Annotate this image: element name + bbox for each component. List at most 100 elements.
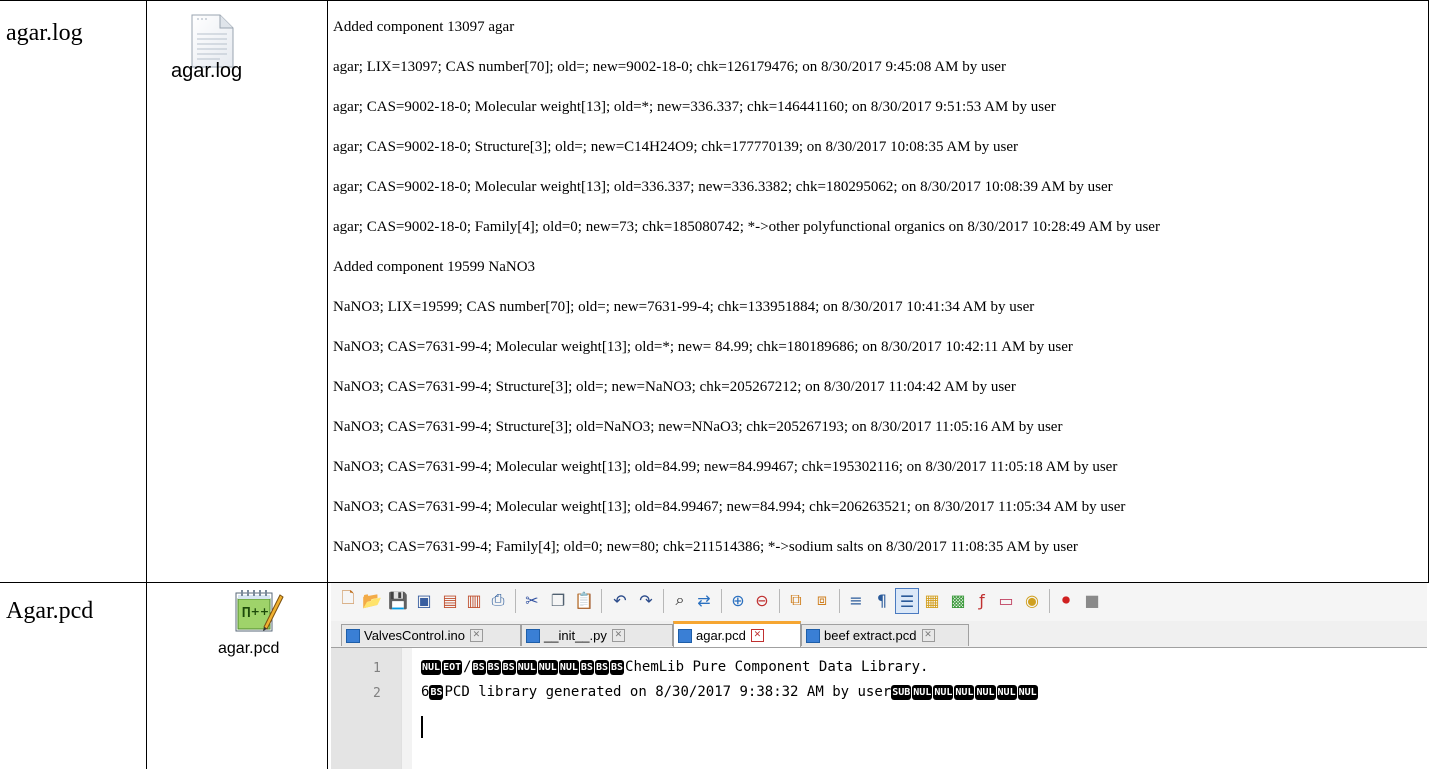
log-line: NaNO3; CAS=7631-99-4; Structure[3]; old=… xyxy=(333,379,1016,395)
log-line: agar; CAS=9002-18-0; Structure[3]; old=;… xyxy=(333,139,1019,155)
sync-horizontal-icon[interactable]: ⧈ xyxy=(811,588,833,612)
log-line: NaNO3; CAS=7631-99-4; Family[4]; old=0; … xyxy=(333,539,1078,555)
close-tab-icon[interactable]: ✕ xyxy=(750,629,764,642)
toolbar-separator xyxy=(839,589,840,613)
close-tab-icon[interactable]: ✕ xyxy=(611,629,625,642)
code-text: 6 xyxy=(421,684,430,700)
file-label-agar-pcd[interactable]: agar.pcd xyxy=(218,640,279,658)
tab-bar: ValvesControl.ino ✕ __init__.py ✕ agar.p… xyxy=(331,621,1427,648)
control-char: BS xyxy=(609,660,625,675)
print-icon[interactable]: ⎙ xyxy=(487,588,509,612)
toolbar-separator xyxy=(1049,589,1050,613)
control-char: SUB xyxy=(891,685,912,700)
log-line: Added component 13097 agar xyxy=(333,19,515,35)
svg-text:∏++: ∏++ xyxy=(242,605,269,618)
log-line: Added component 19599 NaNO3 xyxy=(333,259,536,275)
row-name-agar-pcd: Agar.pcd xyxy=(6,598,94,624)
notepad-plus-plus-file-icon: ∏++ xyxy=(234,587,284,638)
zoom-in-icon[interactable]: ⊕ xyxy=(727,588,749,612)
table-border-right xyxy=(1428,0,1429,583)
folder-as-workspace-icon[interactable]: ƒ xyxy=(971,588,993,612)
code-text: / xyxy=(463,659,472,675)
control-char: NUL xyxy=(912,685,933,700)
close-tab-icon[interactable]: ✕ xyxy=(921,629,935,642)
doc-map-icon[interactable]: ▦ xyxy=(921,588,943,612)
indent-guide-icon[interactable]: ☰ xyxy=(895,588,919,614)
toolbar: 🗋 📂 💾 ▣ ▤ ▥ ⎙ ✂ ❐ 📋 ↶ ↷ ⌕ ⇄ ⊕ ⊖ ⧉ ⧈ ≡ ¶ xyxy=(331,583,1427,621)
close-tab-icon[interactable]: ✕ xyxy=(469,629,483,642)
control-char: NUL xyxy=(954,685,975,700)
tab-valves-control[interactable]: ValvesControl.ino ✕ xyxy=(341,624,521,646)
tab-agar-pcd[interactable]: agar.pcd ✕ xyxy=(673,621,801,647)
log-line: agar; LIX=13097; CAS number[70]; old=; n… xyxy=(333,59,1006,75)
table-border-mid xyxy=(327,0,328,769)
log-line: agar; CAS=9002-18-0; Family[4]; old=0; n… xyxy=(333,219,1160,235)
monitoring-icon[interactable]: ▭ xyxy=(995,588,1017,612)
tab-label: agar.pcd xyxy=(696,628,746,643)
code-line-1[interactable]: NUL EOT/BS BS BS NUL NUL NUL BS BS BS ChemLib Pure… xyxy=(421,659,928,675)
log-line: NaNO3; CAS=7631-99-4; Molecular weight[1… xyxy=(333,339,1073,355)
function-list-icon[interactable]: ▩ xyxy=(947,588,969,612)
code-text: ChemLib Pure Component Data Library. xyxy=(625,659,929,675)
line-number: 2 xyxy=(373,686,381,701)
record-macro-icon[interactable]: ⏺ xyxy=(1055,588,1077,612)
toolbar-separator xyxy=(663,589,664,613)
table-border-top xyxy=(0,0,1429,1)
replace-icon[interactable]: ⇄ xyxy=(693,588,715,612)
file-icon xyxy=(806,628,820,643)
log-comparison-table: agar.log agar.log Added component 13097 … xyxy=(0,0,1434,769)
zoom-out-icon[interactable]: ⊖ xyxy=(751,588,773,612)
file-icon xyxy=(678,628,692,643)
tab-label: ValvesControl.ino xyxy=(364,628,465,643)
toolbar-separator xyxy=(779,589,780,613)
file-icon xyxy=(346,628,360,643)
fold-margin xyxy=(401,648,412,769)
tab-beef-extract[interactable]: beef extract.pcd ✕ xyxy=(801,624,969,646)
toolbar-separator xyxy=(515,589,516,613)
control-char: BS xyxy=(579,660,594,675)
control-char: NUL xyxy=(421,660,442,675)
control-char: NUL xyxy=(975,685,996,700)
control-char: NUL xyxy=(996,685,1017,700)
line-number-gutter xyxy=(331,648,401,769)
show-all-characters-icon[interactable]: ¶ xyxy=(871,588,893,612)
close-all-icon[interactable]: ▥ xyxy=(463,588,485,612)
tab-label: beef extract.pcd xyxy=(824,628,917,643)
cut-icon[interactable]: ✂ xyxy=(521,588,543,612)
save-icon[interactable]: 💾 xyxy=(387,588,409,612)
toolbar-separator xyxy=(601,589,602,613)
close-icon[interactable]: ▤ xyxy=(439,588,461,612)
open-file-icon[interactable]: 📂 xyxy=(361,588,383,612)
save-all-icon[interactable]: ▣ xyxy=(413,588,435,612)
find-icon[interactable]: ⌕ xyxy=(669,588,691,612)
tab-init-py[interactable]: __init__.py ✕ xyxy=(521,624,673,646)
notepad-plus-plus-window: 🗋 📂 💾 ▣ ▤ ▥ ⎙ ✂ ❐ 📋 ↶ ↷ ⌕ ⇄ ⊕ ⊖ ⧉ ⧈ ≡ ¶ xyxy=(331,583,1427,769)
toolbar-separator xyxy=(721,589,722,613)
paste-icon[interactable]: 📋 xyxy=(573,588,595,612)
editor-area[interactable]: 1 2 NUL EOT/BS BS BS NUL NUL NUL BS BS BS ChemLib … xyxy=(331,648,1427,769)
code-line-2[interactable]: 6BS PCD library generated on 8/30/2017 9:… xyxy=(421,684,1039,700)
control-char: NUL xyxy=(537,660,558,675)
sync-vertical-icon[interactable]: ⧉ xyxy=(785,588,807,612)
control-char: NUL xyxy=(516,660,537,675)
word-wrap-icon[interactable]: ≡ xyxy=(845,588,867,612)
control-char: BS xyxy=(486,660,501,675)
control-char: BS xyxy=(429,685,444,700)
new-file-icon[interactable]: 🗋 xyxy=(337,588,359,612)
control-char: EOT xyxy=(442,660,463,675)
copy-icon[interactable]: ❐ xyxy=(547,588,569,612)
text-cursor xyxy=(421,716,423,738)
redo-icon[interactable]: ↷ xyxy=(635,588,657,612)
stop-macro-icon[interactable]: ■ xyxy=(1081,588,1103,612)
control-char: BS xyxy=(501,660,516,675)
tab-label: __init__.py xyxy=(544,628,607,643)
file-icon xyxy=(526,628,540,643)
undo-icon[interactable]: ↶ xyxy=(609,588,631,612)
log-line: NaNO3; CAS=7631-99-4; Molecular weight[1… xyxy=(333,499,1126,515)
line-number: 1 xyxy=(373,661,381,676)
control-char: NUL xyxy=(933,685,954,700)
control-char: NUL xyxy=(558,660,579,675)
control-char: NUL xyxy=(1017,685,1038,700)
file-label-agar-log[interactable]: agar.log xyxy=(171,60,242,83)
eye-icon[interactable]: ◉ xyxy=(1021,588,1043,612)
